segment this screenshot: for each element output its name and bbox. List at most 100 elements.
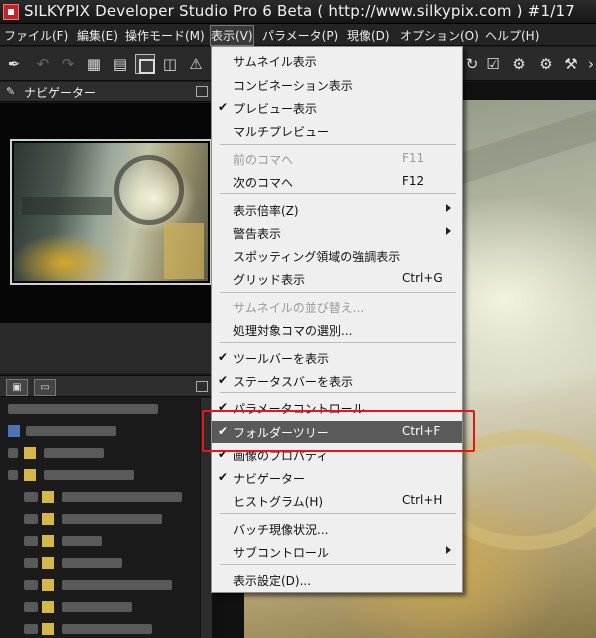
view-menu-item[interactable]: ✔ プレビュー表示 bbox=[212, 97, 462, 119]
folder-tree-tab-icon[interactable]: ▣ bbox=[6, 379, 28, 396]
view-menu-item-label: 次のコマへ bbox=[233, 176, 294, 190]
develop-settings-icon[interactable]: ⚙ bbox=[510, 55, 528, 73]
undo-icon[interactable]: ↶ bbox=[33, 54, 53, 74]
photo-steering-wheel-shape bbox=[114, 155, 184, 225]
submenu-arrow-icon bbox=[446, 204, 451, 212]
shortcut-label: F12 bbox=[402, 174, 425, 188]
toolbar-overflow-icon[interactable]: › bbox=[582, 55, 596, 73]
view-menu-item[interactable]: サムネイルの並び替え... bbox=[212, 296, 462, 318]
title-bar: SILKYPIX Developer Studio Pro 6 Beta ( h… bbox=[0, 0, 596, 24]
navigator-thumbnail bbox=[14, 143, 208, 281]
view-menu-item-label: 処理対象コマの選別... bbox=[233, 324, 353, 338]
batch-settings-icon[interactable]: ⚙ bbox=[537, 55, 555, 73]
folder-tree bbox=[0, 398, 212, 638]
combination-view-icon[interactable]: ▤ bbox=[110, 54, 130, 74]
navigator-footer bbox=[0, 323, 212, 373]
navigator-title: ナビゲーター bbox=[24, 86, 97, 100]
menu-options[interactable]: オプション(O) bbox=[400, 27, 479, 44]
view-menu-item[interactable]: コンビネーション表示 bbox=[212, 74, 462, 96]
menu-separator bbox=[220, 193, 456, 194]
checkbox-icon[interactable]: ☑ bbox=[484, 55, 502, 73]
check-icon: ✔ bbox=[218, 470, 229, 484]
menu-bar: ファイル(F) 編集(E) 操作モード(M) 表示(V) パラメータ(P) 現像… bbox=[0, 24, 596, 46]
view-menu-item[interactable]: グリッド表示 Ctrl+G bbox=[212, 268, 462, 290]
photo-dashboard-shape bbox=[22, 197, 112, 215]
view-menu-item[interactable]: 次のコマへ F12 bbox=[212, 171, 462, 193]
view-menu-item[interactable]: ✔ ステータスバーを表示 bbox=[212, 370, 462, 392]
view-menu-item[interactable]: ヒストグラム(H) Ctrl+H bbox=[212, 490, 462, 512]
rotate-icon[interactable]: ↻ bbox=[463, 55, 481, 73]
pin-icon[interactable]: ✎ bbox=[6, 86, 18, 98]
view-menu-item-label: 警告表示 bbox=[233, 227, 282, 241]
check-icon: ✔ bbox=[218, 350, 229, 364]
view-menu-item[interactable]: スポッティング領域の強調表示 bbox=[212, 245, 462, 267]
menu-develop[interactable]: 現像(D) bbox=[347, 27, 390, 44]
view-menu-item[interactable]: サムネイル表示 bbox=[212, 50, 462, 72]
view-menu-item[interactable]: 前のコマへ F11 bbox=[212, 148, 462, 170]
comment-tab-icon[interactable]: ▭ bbox=[34, 379, 56, 396]
menu-separator bbox=[220, 564, 456, 565]
menu-file[interactable]: ファイル(F) bbox=[4, 27, 68, 44]
menu-operation-mode[interactable]: 操作モード(M) bbox=[125, 27, 205, 44]
tree-dock-icon[interactable] bbox=[196, 381, 208, 392]
view-menu-item-label: スポッティング領域の強調表示 bbox=[233, 250, 401, 264]
menu-edit[interactable]: 編集(E) bbox=[77, 27, 118, 44]
view-menu-item[interactable]: バッチ現像状況... bbox=[212, 518, 462, 540]
view-menu-item-label: ヒストグラム(H) bbox=[233, 495, 324, 509]
view-menu-item-label: サムネイルの並び替え... bbox=[233, 301, 365, 315]
view-menu-item-label: 表示設定(D)... bbox=[233, 574, 312, 588]
view-menu-item[interactable]: ✔ ナビゲーター bbox=[212, 467, 462, 489]
menu-separator bbox=[220, 513, 456, 514]
thumbnail-grid-icon[interactable]: ▦ bbox=[84, 54, 104, 74]
multi-preview-icon[interactable]: ◫ bbox=[160, 54, 180, 74]
navigator-header: ✎ ナビゲーター bbox=[0, 82, 212, 102]
view-menu-item-label: ツールバーを表示 bbox=[233, 352, 330, 366]
view-menu-dropdown: サムネイル表示コンビネーション表示 ✔ プレビュー表示 マルチプレビュー 前のコマへ F1… bbox=[211, 46, 463, 593]
menu-separator bbox=[220, 292, 456, 293]
menu-separator bbox=[220, 144, 456, 145]
folder-tree-header: ▣ ▭ bbox=[0, 375, 212, 397]
view-menu-item-label: サブコントロール bbox=[233, 546, 330, 560]
view-menu-item[interactable]: 表示設定(D)... bbox=[212, 569, 462, 591]
photo-seat-shape bbox=[164, 223, 204, 279]
view-menu-item[interactable]: サブコントロール bbox=[212, 541, 462, 563]
view-menu-item[interactable]: ✔ ツールバーを表示 bbox=[212, 347, 462, 369]
check-icon: ✔ bbox=[218, 373, 229, 387]
submenu-arrow-icon bbox=[446, 227, 451, 235]
view-menu-item-label: グリッド表示 bbox=[233, 273, 306, 287]
menu-view[interactable]: 表示(V) bbox=[210, 25, 254, 46]
submenu-arrow-icon bbox=[446, 546, 451, 554]
shortcut-label: Ctrl+H bbox=[402, 493, 443, 507]
dock-icon[interactable] bbox=[196, 86, 208, 97]
app-icon bbox=[3, 4, 19, 20]
view-menu-item[interactable]: 処理対象コマの選別... bbox=[212, 319, 462, 341]
shortcut-label: F11 bbox=[402, 151, 425, 165]
annotation-highlight-box bbox=[202, 410, 475, 452]
hammer-icon[interactable]: ⚒ bbox=[562, 55, 580, 73]
develop-brush-icon[interactable]: ✒ bbox=[4, 54, 24, 74]
view-menu-item-label: マルチプレビュー bbox=[233, 125, 330, 139]
warning-icon[interactable]: ⚠ bbox=[186, 54, 206, 74]
check-icon: ✔ bbox=[218, 100, 229, 114]
view-menu-item-label: プレビュー表示 bbox=[233, 102, 318, 116]
view-menu-item[interactable]: 表示倍率(Z) bbox=[212, 199, 462, 221]
navigator-viewport-frame[interactable] bbox=[10, 139, 212, 285]
shortcut-label: Ctrl+G bbox=[402, 271, 443, 285]
view-menu-item-label: ナビゲーター bbox=[233, 472, 306, 486]
redo-icon[interactable]: ↷ bbox=[58, 54, 78, 74]
menu-help[interactable]: ヘルプ(H) bbox=[485, 27, 539, 44]
view-menu-item-label: バッチ現像状況... bbox=[233, 523, 329, 537]
view-menu-item-label: 表示倍率(Z) bbox=[233, 204, 299, 218]
menu-parameter[interactable]: パラメータ(P) bbox=[262, 27, 338, 44]
preview-view-icon[interactable] bbox=[135, 54, 155, 74]
menu-separator bbox=[220, 342, 456, 343]
window-title: SILKYPIX Developer Studio Pro 6 Beta ( h… bbox=[24, 2, 575, 20]
menu-separator bbox=[220, 392, 456, 393]
view-menu-item[interactable]: 警告表示 bbox=[212, 222, 462, 244]
view-menu-item[interactable]: マルチプレビュー bbox=[212, 120, 462, 142]
view-menu-item-label: 前のコマへ bbox=[233, 153, 294, 167]
navigator-panel bbox=[0, 103, 212, 323]
view-menu-item-label: ステータスバーを表示 bbox=[233, 375, 354, 389]
view-menu-item-label: コンビネーション表示 bbox=[233, 79, 353, 93]
view-menu-item-label: サムネイル表示 bbox=[233, 55, 317, 69]
